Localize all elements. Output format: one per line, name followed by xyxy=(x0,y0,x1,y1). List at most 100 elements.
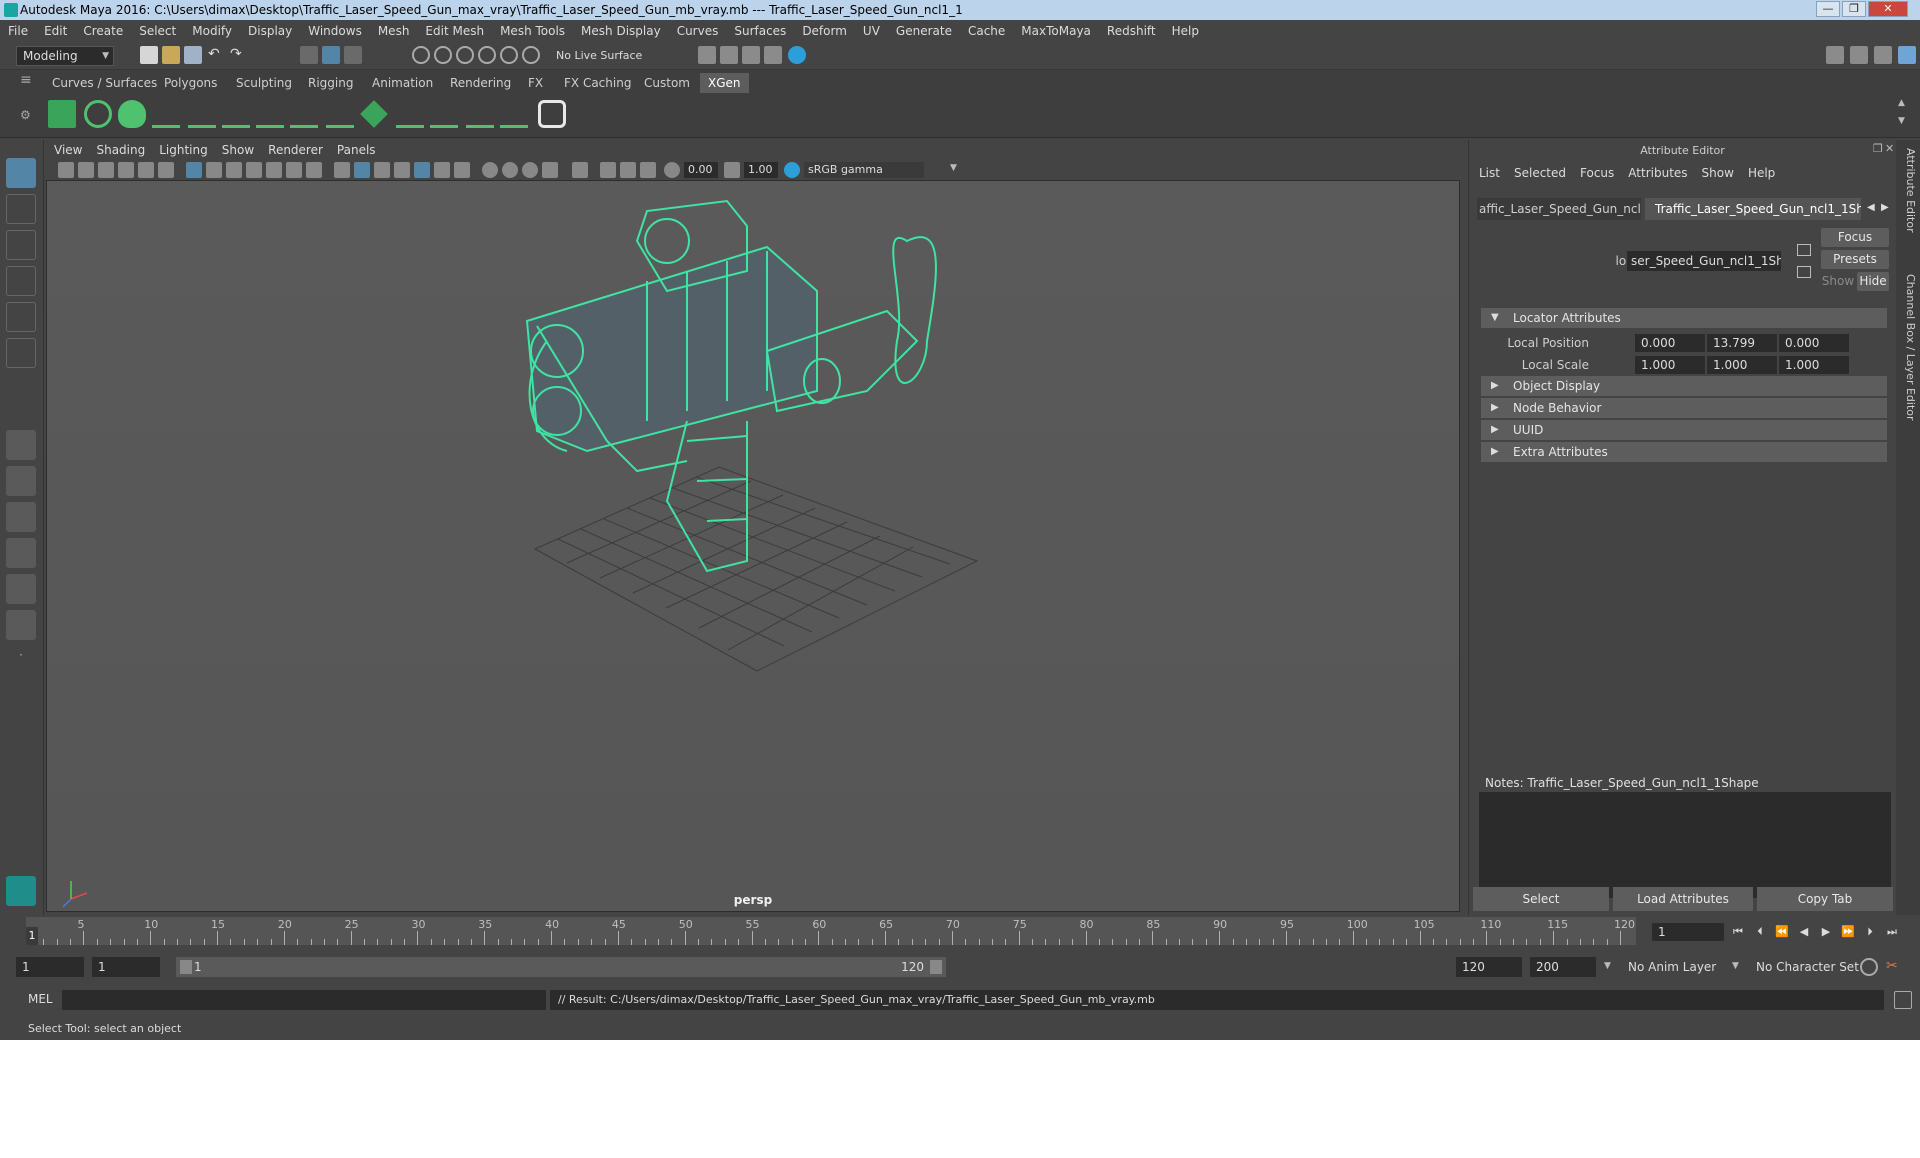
wireframe-on-shaded-icon[interactable] xyxy=(394,162,410,178)
render-view-icon[interactable] xyxy=(764,46,782,64)
menu-display[interactable]: Display xyxy=(248,24,292,38)
command-language-label[interactable]: MEL xyxy=(28,992,53,1006)
mode-selector[interactable]: Modeling ▼ xyxy=(16,46,114,66)
camera-select-icon[interactable] xyxy=(58,162,74,178)
xgen-guide-lock-icon[interactable] xyxy=(290,100,318,128)
menu-edit[interactable]: Edit xyxy=(44,24,67,38)
local-scale-y-field[interactable]: 1.000 xyxy=(1707,356,1777,374)
copy-node-icon[interactable] xyxy=(1797,266,1811,278)
attribute-editor-toggle-icon[interactable] xyxy=(1850,46,1868,64)
channel-box-toggle-icon[interactable] xyxy=(1898,46,1916,64)
resolution-gate-icon[interactable] xyxy=(226,162,242,178)
color-space-dropdown[interactable]: sRGB gamma xyxy=(804,162,924,178)
local-position-z-field[interactable]: 0.000 xyxy=(1779,334,1849,352)
shelf-menu-icon[interactable]: ≡ xyxy=(20,72,38,90)
modeling-toolkit-icon[interactable] xyxy=(1826,46,1844,64)
character-set-dropdown[interactable]: No Character Set xyxy=(1750,957,1870,977)
focus-button[interactable]: Focus xyxy=(1821,228,1889,247)
color-management-icon[interactable] xyxy=(784,162,800,178)
grease-pencil-icon[interactable] xyxy=(158,162,174,178)
focus-node-icon[interactable] xyxy=(1797,244,1811,256)
ae-menu-list[interactable]: List xyxy=(1479,166,1500,180)
tab-polygons[interactable]: Polygons xyxy=(156,73,225,93)
shelf-options-icon[interactable]: ⚙ xyxy=(20,108,38,126)
time-ruler[interactable]: 5 10 15 20 25 30 35 40 45 50 55 60 65 70 75 80 85 90 95 100… xyxy=(26,917,1636,945)
use-all-lights-icon[interactable] xyxy=(434,162,450,178)
menu-maxtomaya[interactable]: MaxToMaya xyxy=(1021,24,1091,38)
xgen-sculpt-guide-icon[interactable] xyxy=(188,100,216,128)
range-start-handle[interactable] xyxy=(180,960,192,974)
local-scale-z-field[interactable]: 1.000 xyxy=(1779,356,1849,374)
menu-windows[interactable]: Windows xyxy=(308,24,362,38)
xgen-create-description-icon[interactable] xyxy=(118,100,146,128)
show-button[interactable]: Show xyxy=(1821,272,1855,291)
ae-menu-help[interactable]: Help xyxy=(1748,166,1775,180)
xgen-guide-bend-icon[interactable] xyxy=(326,100,354,128)
ipr-render-icon[interactable] xyxy=(742,46,760,64)
image-plane-icon[interactable] xyxy=(118,162,134,178)
menu-create[interactable]: Create xyxy=(83,24,123,38)
xgen-delete-guide-icon[interactable] xyxy=(500,100,528,128)
motion-blur-icon[interactable] xyxy=(502,162,518,178)
xgen-add-guide-icon[interactable] xyxy=(152,100,180,128)
exposure-icon[interactable] xyxy=(664,162,680,178)
chevron-down-icon[interactable]: ▼ xyxy=(950,163,957,173)
undo-icon[interactable]: ↶ xyxy=(208,46,226,64)
local-scale-x-field[interactable]: 1.000 xyxy=(1635,356,1705,374)
menu-mesh-display[interactable]: Mesh Display xyxy=(581,24,661,38)
range-slider[interactable]: 1 120 xyxy=(176,957,946,977)
ae-menu-selected[interactable]: Selected xyxy=(1514,166,1566,180)
menu-mesh-tools[interactable]: Mesh Tools xyxy=(500,24,565,38)
section-object-display[interactable]: ▶ Object Display xyxy=(1481,376,1887,396)
textured-icon[interactable] xyxy=(414,162,430,178)
menu-curves[interactable]: Curves xyxy=(677,24,719,38)
playback-start-field[interactable]: 1 xyxy=(92,957,160,977)
grid-toggle-icon[interactable] xyxy=(186,162,202,178)
gate-mask-icon[interactable] xyxy=(246,162,262,178)
presets-button[interactable]: Presets xyxy=(1821,250,1889,269)
tab-fx-caching[interactable]: FX Caching xyxy=(556,73,639,93)
select-tool-icon[interactable] xyxy=(6,158,36,188)
menu-surfaces[interactable]: Surfaces xyxy=(734,24,786,38)
section-locator-attributes[interactable]: ▼ Locator Attributes xyxy=(1481,308,1887,328)
xgen-guide-scale-icon[interactable] xyxy=(396,100,424,128)
tab-sculpting[interactable]: Sculpting xyxy=(228,73,300,93)
snap-vertex-icon[interactable] xyxy=(522,46,540,64)
snap-view-icon[interactable] xyxy=(478,46,496,64)
go-to-start-icon[interactable]: ⏮ xyxy=(1730,925,1746,939)
hypershade-icon[interactable] xyxy=(788,46,806,64)
menu-uv[interactable]: UV xyxy=(863,24,880,38)
open-scene-icon[interactable] xyxy=(162,46,180,64)
screen-space-ao-icon[interactable] xyxy=(482,162,498,178)
tab-xgen[interactable]: XGen xyxy=(700,73,749,93)
paint-select-tool-icon[interactable] xyxy=(6,230,36,260)
xray-components-icon[interactable] xyxy=(640,162,656,178)
notes-textarea[interactable] xyxy=(1479,792,1891,898)
lasso-tool-icon[interactable] xyxy=(6,194,36,224)
menu-file[interactable]: File xyxy=(8,24,28,38)
shadows-icon[interactable] xyxy=(454,162,470,178)
tab-curves-surfaces[interactable]: Curves / Surfaces xyxy=(44,73,165,93)
xgen-preview-icon[interactable] xyxy=(84,100,112,128)
ae-menu-attributes[interactable]: Attributes xyxy=(1628,166,1687,180)
go-to-end-icon[interactable]: ⏭ xyxy=(1884,925,1900,939)
xgen-editor-icon[interactable] xyxy=(48,100,76,128)
shelf-scroll-up-icon[interactable]: ▲ xyxy=(1898,98,1916,116)
viewport-menu-renderer[interactable]: Renderer xyxy=(268,143,323,157)
viewport-menu-view[interactable]: View xyxy=(54,143,82,157)
2d-pan-zoom-icon[interactable] xyxy=(138,162,154,178)
menu-help[interactable]: Help xyxy=(1172,24,1199,38)
step-forward-key-icon[interactable]: ⏵ xyxy=(1862,925,1878,939)
ae-menu-focus[interactable]: Focus xyxy=(1580,166,1614,180)
play-forwards-icon[interactable]: ▶ xyxy=(1818,925,1834,939)
minimize-button[interactable]: — xyxy=(1816,1,1840,17)
select-button[interactable]: Select xyxy=(1473,887,1609,911)
end-time-field[interactable]: 200 xyxy=(1530,957,1596,977)
wireframe-shading-icon[interactable] xyxy=(334,162,350,178)
viewport-persp[interactable]: persp xyxy=(46,180,1460,912)
single-pane-layout-icon[interactable] xyxy=(6,430,36,460)
bookmark-icon[interactable] xyxy=(98,162,114,178)
close-button[interactable]: ✕ xyxy=(1868,1,1908,17)
redo-icon[interactable]: ↷ xyxy=(230,46,248,64)
side-tab-channel-box[interactable]: Channel Box / Layer Editor xyxy=(1899,274,1917,434)
